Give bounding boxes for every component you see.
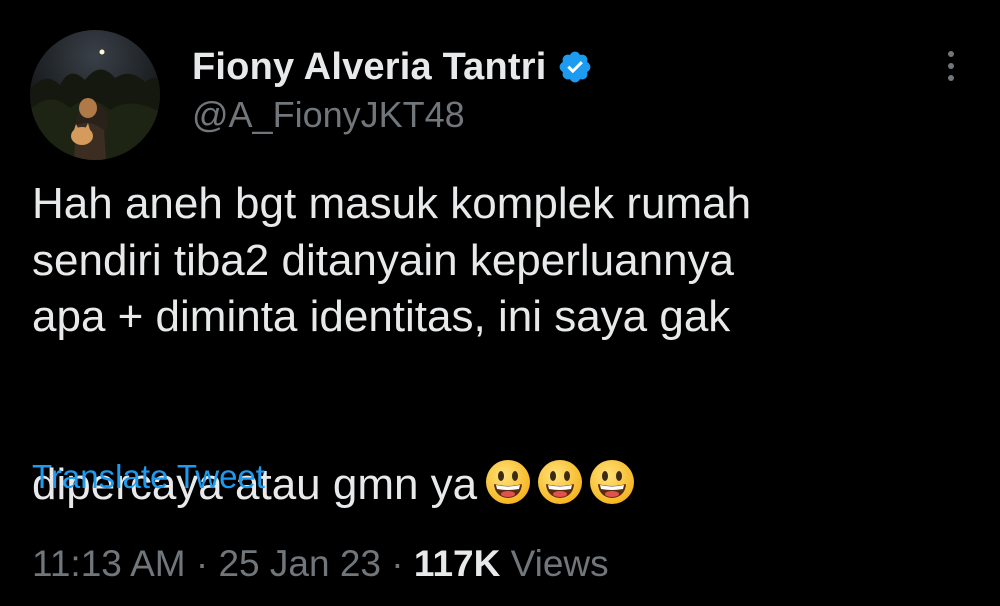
verified-badge-icon	[557, 49, 593, 85]
tweet-meta: 11:13 AM · 25 Jan 23 · 117K Views	[32, 543, 609, 585]
meta-separator: ·	[195, 543, 209, 584]
views-count: 117K	[413, 543, 501, 584]
grinning-face-emoji-icon	[589, 402, 635, 504]
display-name[interactable]: Fiony Alveria Tantri	[192, 46, 547, 89]
author-handle[interactable]: @A_FionyJKT48	[192, 94, 465, 136]
views-label: Views	[510, 543, 609, 584]
tweet-container: Fiony Alveria Tantri @A_FionyJKT48 Hah a…	[0, 0, 1000, 606]
grinning-face-emoji-icon	[537, 402, 583, 504]
meta-separator: ·	[391, 543, 404, 584]
emoji-group	[485, 346, 641, 520]
tweet-time[interactable]: 11:13 AM	[32, 543, 186, 584]
grinning-face-emoji-icon	[485, 402, 531, 504]
translate-tweet-link[interactable]: Translate Tweet	[32, 458, 265, 496]
more-vertical-icon[interactable]	[936, 46, 966, 86]
author-name-row: Fiony Alveria Tantri	[192, 42, 593, 92]
tweet-date[interactable]: 25 Jan 23	[218, 543, 381, 584]
avatar[interactable]	[30, 30, 160, 160]
